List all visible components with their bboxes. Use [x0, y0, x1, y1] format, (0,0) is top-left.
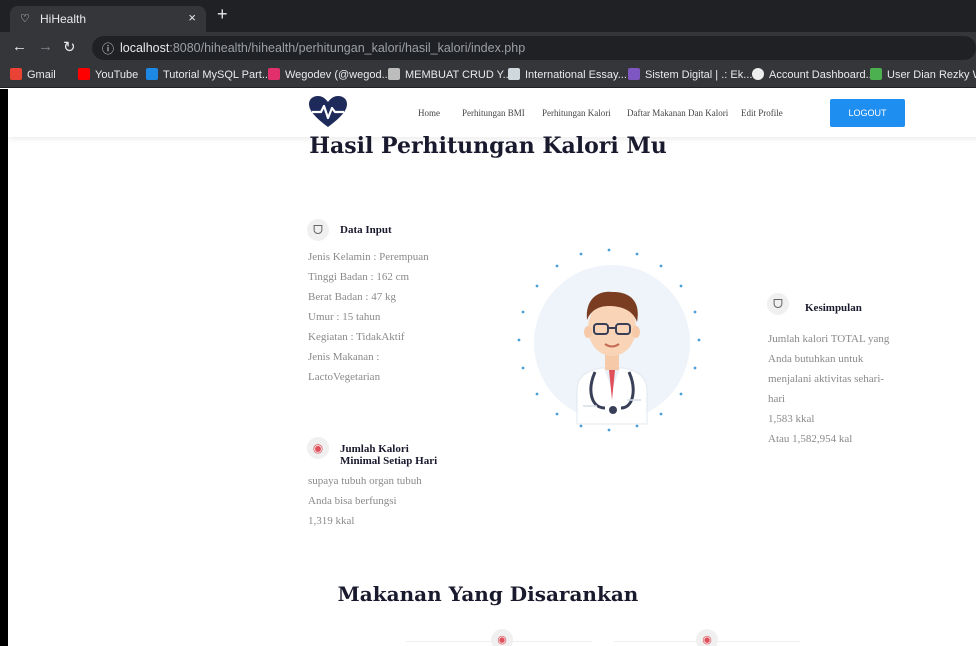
bookmarks-bar: Gmail YouTube Tutorial MySQL Part... Weg…: [0, 64, 976, 88]
url-path: :8080/hihealth/hihealth/perhitungan_kalo…: [169, 41, 526, 55]
tooth-icon: ᗜ: [767, 293, 789, 315]
minimal-line: Anda bisa berfungsi: [308, 495, 397, 507]
minimal-list: supaya tubuh organ tubuh Anda bisa berfu…: [308, 471, 422, 531]
page-title: Hasil Perhitungan Kalori Mu: [309, 133, 667, 159]
instagram-icon: [268, 68, 280, 80]
heart-pulse-logo-icon[interactable]: [308, 95, 348, 129]
bookmark-membuat-crud[interactable]: MEMBUAT CRUD Y...: [388, 68, 512, 81]
kesimpulan-line: Jumlah kalori TOTAL yang: [768, 333, 890, 345]
input-weight: Berat Badan : 47 kg: [308, 291, 396, 303]
nav-edit-profile[interactable]: Edit Profile: [741, 108, 783, 118]
logout-button[interactable]: LOGOUT: [830, 99, 905, 127]
kesimpulan-kkal-value: 1,583 kkal: [768, 413, 815, 425]
bookmark-sistem-digital[interactable]: Sistem Digital | .: Ek...: [628, 68, 752, 81]
doctor-illustration: [517, 248, 701, 432]
bookmark-international-essay[interactable]: International Essay...: [508, 68, 627, 81]
site-navbar: Home Perhitungan BMI Perhitungan Kalori …: [8, 89, 976, 137]
browser-toolbar: ← → ↻ ⓘ localhost:8080/hihealth/hihealth…: [0, 32, 976, 64]
bookmark-label: Account Dashboard...: [769, 69, 875, 81]
bookmark-label: Gmail: [27, 69, 56, 81]
nav-perhitungan-kalori[interactable]: Perhitungan Kalori: [542, 108, 611, 118]
bookmark-label: Wegodev (@wegod...: [285, 69, 391, 81]
input-age: Umur : 15 tahun: [308, 311, 381, 323]
gmail-icon: [10, 68, 22, 80]
data-input-list: Jenis Kelamin : Perempuan Tinggi Badan :…: [308, 247, 429, 387]
globe-icon: [752, 68, 764, 80]
youtube-icon: [78, 68, 90, 80]
heart-pulse-favicon-icon: ♡: [20, 13, 30, 25]
bookmark-label: YouTube: [95, 69, 139, 81]
nav-daftar-makanan[interactable]: Daftar Makanan Dan Kalori: [627, 108, 728, 118]
tab-title: HiHealth: [40, 12, 87, 26]
address-bar[interactable]: ⓘ localhost:8080/hihealth/hihealth/perhi…: [92, 36, 976, 60]
eye-icon: ◉: [696, 629, 718, 646]
bookmark-tutorial-mysql[interactable]: Tutorial MySQL Part...: [146, 68, 271, 81]
kesimpulan-title: Kesimpulan: [805, 302, 862, 314]
input-height: Tinggi Badan : 162 cm: [308, 271, 410, 283]
nav-perhitungan-bmi[interactable]: Perhitungan BMI: [462, 108, 525, 118]
minimal-line: supaya tubuh organ tubuh: [308, 475, 422, 487]
input-gender: Jenis Kelamin : Perempuan: [308, 251, 429, 263]
bookmark-label: International Essay...: [525, 69, 627, 81]
url-host: localhost: [120, 41, 170, 55]
code-icon: [146, 68, 158, 80]
bookmark-youtube[interactable]: YouTube: [78, 68, 138, 81]
new-tab-button[interactable]: +: [217, 4, 228, 25]
nav-home[interactable]: Home: [418, 108, 440, 118]
tooth-icon: ᗜ: [307, 219, 329, 241]
minimal-title-2: Minimal Setiap Hari: [340, 455, 438, 467]
web-page: Home Perhitungan BMI Perhitungan Kalori …: [0, 89, 976, 646]
close-tab-icon[interactable]: ×: [188, 10, 196, 25]
data-input-title: Data Input: [340, 224, 392, 236]
eye-icon: ◉: [307, 437, 329, 459]
kesimpulan-line: Anda butuhkan untuk: [768, 353, 864, 365]
site-info-icon[interactable]: ⓘ: [102, 40, 114, 57]
grid-icon: [870, 68, 882, 80]
input-diet-value: LactoVegetarian: [308, 371, 381, 383]
bookmark-account-dashboard[interactable]: Account Dashboard...: [752, 68, 875, 81]
bookmark-wegodev[interactable]: Wegodev (@wegod...: [268, 68, 391, 81]
browser-tab[interactable]: ♡ HiHealth ×: [10, 6, 206, 32]
kesimpulan-kal-value: Atau 1,582,954 kal: [768, 433, 853, 445]
url-text: localhost:8080/hihealth/hihealth/perhitu…: [120, 41, 525, 55]
bookmark-user-dian[interactable]: User Dian Rezky W...: [870, 68, 976, 81]
browser-tab-bar: ♡ HiHealth × +: [0, 0, 976, 32]
kesimpulan-line: menjalani aktivitas sehari-: [768, 373, 885, 385]
bookmark-label: Sistem Digital | .: Ek...: [645, 69, 753, 81]
input-diet-label: Jenis Makanan :: [308, 351, 380, 363]
reload-icon[interactable]: ↻: [63, 38, 76, 56]
back-arrow-icon[interactable]: ←: [12, 38, 27, 55]
kesimpulan-list: Jumlah kalori TOTAL yang Anda butuhkan u…: [768, 329, 889, 449]
kesimpulan-line: hari: [768, 393, 786, 405]
bookmark-label: MEMBUAT CRUD Y...: [405, 69, 512, 81]
pin-icon: [388, 68, 400, 80]
bookmark-label: Tutorial MySQL Part...: [163, 69, 271, 81]
food-section-title: Makanan Yang Disarankan: [337, 582, 639, 606]
eye-icon: ◉: [491, 629, 513, 646]
minimal-title-1: Jumlah Kalori: [340, 443, 409, 455]
minimal-value: 1,319 kkal: [308, 515, 355, 527]
document-icon: [508, 68, 520, 80]
site-icon: [628, 68, 640, 80]
bookmark-gmail[interactable]: Gmail: [10, 68, 56, 81]
bookmark-label: User Dian Rezky W...: [887, 69, 976, 81]
input-activity: Kegiatan : TidakAktif: [308, 331, 405, 343]
forward-arrow-icon[interactable]: →: [38, 38, 53, 55]
